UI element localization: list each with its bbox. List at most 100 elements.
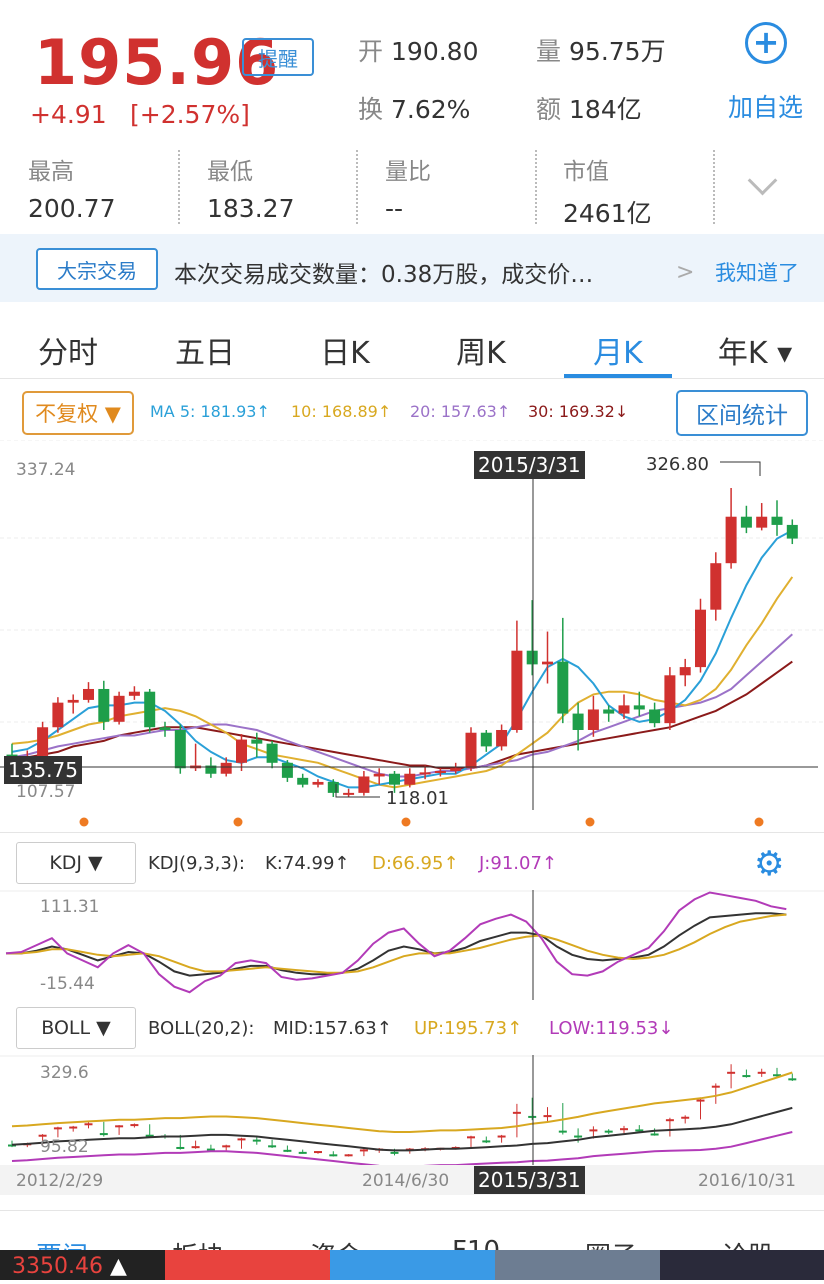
- range-stats-button[interactable]: 区间统计: [676, 390, 808, 436]
- chevron-down-icon[interactable]: [747, 165, 778, 196]
- candlestick-chart[interactable]: [0, 440, 824, 810]
- kdj-y-bottom: -15.44: [40, 974, 95, 994]
- max-leader-line: [720, 461, 761, 476]
- candle-body: [389, 773, 400, 785]
- candle-body: [312, 781, 324, 785]
- ma30-value: 30: 169.32↓: [528, 402, 629, 421]
- candle-body: [664, 675, 676, 724]
- stat-low: 最低 183.27: [207, 152, 385, 223]
- sell-button[interactable]: [330, 1250, 495, 1280]
- kdj-j-value: J:91.07↑: [479, 853, 557, 874]
- tab-yearly-k[interactable]: 年K ▾: [695, 328, 815, 372]
- candle-body: [526, 650, 538, 665]
- candle-body: [725, 516, 737, 564]
- turnover-rate: 换 7.62%: [358, 90, 470, 126]
- ma5-line: [11, 529, 793, 789]
- volume-label: 量: [536, 37, 562, 66]
- candle-body: [144, 691, 156, 728]
- block-trade-tag[interactable]: 大宗交易: [36, 248, 158, 290]
- kdj-chart: [0, 890, 824, 1000]
- open-value: 190.80: [391, 37, 479, 66]
- candle-body: [695, 609, 706, 668]
- add-watchlist-icon[interactable]: +: [745, 22, 787, 64]
- candle-body: [618, 705, 630, 714]
- kdj-params: KDJ(9,3,3):: [148, 853, 245, 874]
- tab-daily-k[interactable]: 日K: [285, 328, 405, 372]
- ma20-value: 20: 157.63↑: [410, 402, 511, 421]
- candle-body: [113, 695, 125, 722]
- candle-body: [587, 709, 599, 730]
- kdj-k-value: K:74.99↑: [265, 853, 350, 874]
- gear-icon[interactable]: ⚙: [754, 844, 784, 884]
- boll-low-value: LOW:119.53↓: [549, 1018, 674, 1039]
- volume-value: 95.75万: [569, 37, 666, 66]
- menu-button[interactable]: [660, 1250, 824, 1280]
- candle-body: [740, 516, 752, 528]
- candle-body: [710, 563, 722, 610]
- candle-body: [98, 688, 110, 722]
- bottom-ticker-bar[interactable]: 3350.46 ▲: [0, 1250, 824, 1280]
- boll-chart: [0, 1055, 824, 1165]
- candle-body: [266, 743, 278, 763]
- event-marker: [233, 817, 243, 827]
- divider: [356, 150, 358, 224]
- price-alert-button[interactable]: 提醒: [242, 38, 314, 76]
- candle-body: [786, 524, 798, 539]
- tab-five-day[interactable]: 五日: [145, 328, 265, 372]
- boll-low-line: [11, 1131, 793, 1165]
- divider: [713, 150, 715, 224]
- candle-body: [603, 709, 615, 714]
- candle-body: [128, 691, 140, 696]
- amount-label: 额: [536, 95, 562, 124]
- x-axis-mid: 2014/6/30: [362, 1171, 450, 1191]
- tab-intraday[interactable]: 分时: [8, 328, 128, 372]
- event-marker: [585, 817, 595, 827]
- candle-body: [496, 729, 508, 747]
- kdj-selector[interactable]: KDJ ▼: [16, 842, 136, 884]
- y-axis-top-label: 337.24: [16, 460, 76, 480]
- candle-body: [297, 777, 309, 785]
- candles: [6, 487, 798, 797]
- tab-monthly-k[interactable]: 月K: [558, 328, 678, 372]
- crosshair-price-label: 135.75: [4, 756, 82, 784]
- candle-body: [343, 792, 355, 795]
- turnover-value: 7.62%: [391, 95, 471, 124]
- crosshair-date-label: 2015/3/31: [474, 451, 585, 479]
- add-watchlist-button[interactable]: 加自选: [728, 88, 803, 124]
- dismiss-notice-button[interactable]: 我知道了: [715, 257, 799, 287]
- candle-body: [542, 661, 553, 665]
- tab-divider: [0, 378, 824, 379]
- event-markers: [79, 817, 764, 827]
- price-adjust-dropdown[interactable]: 不复权 ▼: [22, 391, 134, 435]
- volume: 量 95.75万: [536, 32, 666, 68]
- action-button[interactable]: [495, 1250, 660, 1280]
- notice-text[interactable]: 本次交易成交数量：0.38万股，成交价…: [174, 255, 593, 289]
- boll-selector[interactable]: BOLL ▼: [16, 1007, 136, 1049]
- candle-body: [419, 772, 431, 775]
- x-axis-crosshair-date: 2015/3/31: [474, 1166, 585, 1194]
- up-arrow-icon: ▲: [109, 1254, 127, 1279]
- moving-average-lines: [11, 529, 794, 789]
- index-value: 3350.46: [12, 1254, 103, 1279]
- ma10-value: 10: 168.89↑: [291, 402, 392, 421]
- x-axis-start: 2012/2/29: [16, 1171, 104, 1191]
- candle-body: [52, 702, 64, 728]
- x-axis-end: 2016/10/31: [698, 1171, 796, 1191]
- stat-value: 183.27: [207, 194, 295, 223]
- candle-body: [771, 516, 783, 525]
- candle-body: [358, 776, 370, 793]
- amount-value: 184亿: [569, 95, 642, 124]
- candle-body: [480, 732, 492, 747]
- ma5-value: MA 5: 181.93↑: [150, 402, 270, 421]
- boll-y-bottom: 95.82: [40, 1137, 89, 1157]
- open-label: 开: [358, 37, 384, 66]
- boll-mid-value: MID:157.63↑: [273, 1018, 392, 1039]
- buy-button[interactable]: [165, 1250, 330, 1280]
- boll-params: BOLL(20,2):: [148, 1018, 255, 1039]
- candle-body: [236, 739, 247, 763]
- chevron-right-icon[interactable]: >: [676, 260, 694, 285]
- candle-body: [404, 773, 416, 785]
- tab-weekly-k[interactable]: 周K: [421, 328, 541, 372]
- index-ticker[interactable]: 3350.46 ▲: [0, 1250, 165, 1280]
- price-change-percent: [+2.57%]: [130, 100, 250, 129]
